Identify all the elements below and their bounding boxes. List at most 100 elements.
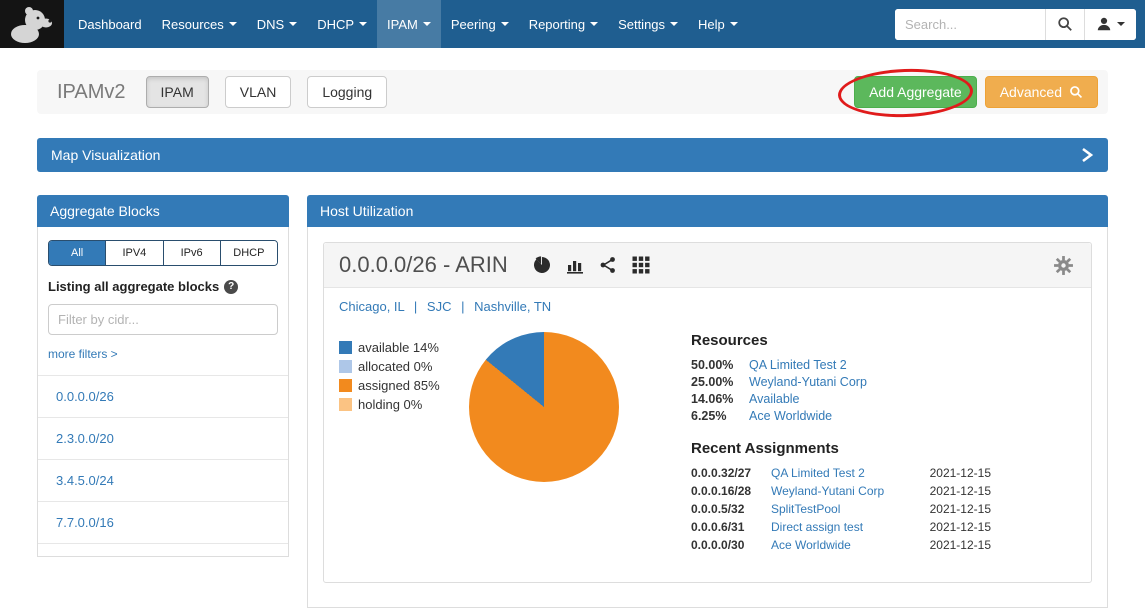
assignment-cidr: 0.0.0.5/32 [691,502,771,516]
help-icon[interactable]: ? [224,280,238,294]
cidr-filter-input[interactable] [48,304,278,335]
resource-percent: 14.06% [691,392,749,406]
resource-percent: 50.00% [691,358,749,372]
app-logo[interactable] [0,0,64,48]
search-input[interactable] [895,9,1045,40]
resource-link[interactable]: Weyland-Yutani Corp [749,375,867,389]
pie-legend: available 14% allocated 0% assigned 85% … [339,340,451,416]
aggregate-blocks-panel: Aggregate Blocks All IPV4 IPv6 DHCP List… [37,195,289,557]
bear-logo-icon [9,4,55,44]
nav-item-help[interactable]: Help [688,0,748,48]
share-icon[interactable] [597,254,619,276]
caret-down-icon [423,22,431,26]
search-icon [1057,16,1073,32]
location-link-2[interactable]: Nashville, TN [474,299,551,314]
advanced-search-button[interactable]: Advanced [985,76,1098,108]
nav-item-reporting[interactable]: Reporting [519,0,608,48]
legend-item: available 14% [339,340,451,355]
search-icon [1069,85,1083,99]
nav-item-dashboard[interactable]: Dashboard [68,0,152,48]
nav-item-label: IPAM [387,17,418,32]
assignment-date: 2021-12-15 [913,538,991,552]
location-link-0[interactable]: Chicago, IL [339,299,404,314]
assignment-cidr: 0.0.0.0/30 [691,538,771,552]
page-content: IPAMv2 IPAM VLAN Logging Add Aggregate A… [0,70,1145,608]
assignment-link[interactable]: QA Limited Test 2 [771,466,913,480]
nav-item-label: DNS [257,17,284,32]
nav-item-label: Help [698,17,725,32]
assignment-link[interactable]: Ace Worldwide [771,538,913,552]
add-aggregate-button[interactable]: Add Aggregate [854,76,977,108]
bar-chart-icon[interactable] [564,254,586,276]
legend-swatch [339,341,352,354]
listing-label: Listing all aggregate blocks ? [48,279,278,294]
resource-row: 14.06%Available [691,392,991,406]
aggregate-block-link-2[interactable]: 3.4.5.0/24 [38,459,288,501]
aggregate-block-link-1[interactable]: 2.3.0.0/20 [38,417,288,459]
host-utilization-body: 0.0.0.0/26 - ARIN [307,227,1108,608]
nav-item-dhcp[interactable]: DHCP [307,0,377,48]
page: Dashboard Resources DNS DHCP IPAM Peerin… [0,0,1145,608]
map-visualization-bar[interactable]: Map Visualization [37,138,1108,172]
assignment-link[interactable]: SplitTestPool [771,502,913,516]
resource-link[interactable]: QA Limited Test 2 [749,358,847,372]
nav-item-settings[interactable]: Settings [608,0,688,48]
assignment-date: 2021-12-15 [913,466,991,480]
tab-ipam[interactable]: IPAM [146,76,209,108]
search-button[interactable] [1045,9,1084,40]
top-navbar: Dashboard Resources DNS DHCP IPAM Peerin… [0,0,1145,48]
ipam-toolbar: IPAMv2 IPAM VLAN Logging Add Aggregate A… [37,70,1108,114]
assignment-date: 2021-12-15 [913,484,991,498]
nav-item-peering[interactable]: Peering [441,0,519,48]
assignment-link[interactable]: Direct assign test [771,520,913,534]
pie-chart-icon[interactable] [531,254,553,276]
recent-assignments-heading: Recent Assignments [691,440,991,457]
nav-item-label: Settings [618,17,665,32]
caret-down-icon [229,22,237,26]
filter-tab-ipv6[interactable]: IPv6 [163,241,220,265]
filter-tab-dhcp[interactable]: DHCP [220,241,277,265]
caret-down-icon [359,22,367,26]
host-utilization-header: Host Utilization [307,195,1108,227]
aggregate-block-link-3[interactable]: 7.7.0.0/16 [38,501,288,543]
tab-logging[interactable]: Logging [307,76,387,108]
aggregate-block-link-0[interactable]: 0.0.0.0/26 [38,375,288,417]
assignment-row: 0.0.0.6/31Direct assign test2021-12-15 [691,520,991,534]
assignment-link[interactable]: Weyland-Yutani Corp [771,484,913,498]
resource-link[interactable]: Available [749,392,800,406]
legend-item: allocated 0% [339,359,451,374]
grid-icon[interactable] [630,254,652,276]
filter-tab-all[interactable]: All [49,241,105,265]
aggregate-block-item-partial [38,543,288,577]
assignment-date: 2021-12-15 [913,502,991,516]
tab-vlan[interactable]: VLAN [225,76,292,108]
nav-item-label: Reporting [529,17,585,32]
caret-down-icon [1117,22,1125,26]
assignment-cidr: 0.0.0.16/28 [691,484,771,498]
nav-item-label: Resources [162,17,224,32]
block-card: 0.0.0.0/26 - ARIN [323,242,1092,583]
nav-item-ipam[interactable]: IPAM [377,0,441,48]
block-card-header: 0.0.0.0/26 - ARIN [324,243,1091,288]
filter-tab-ipv4[interactable]: IPV4 [105,241,162,265]
caret-down-icon [590,22,598,26]
page-title: IPAMv2 [57,81,126,104]
aggregate-block-list: 0.0.0.0/26 2.3.0.0/20 3.4.5.0/24 7.7.0.0… [38,375,288,577]
nav-item-dns[interactable]: DNS [247,0,307,48]
advanced-label: Advanced [1000,84,1062,100]
user-menu-button[interactable] [1084,9,1136,40]
block-title: 0.0.0.0/26 - ARIN [339,252,508,278]
utilization-stats: Resources 50.00%QA Limited Test 2 25.00%… [691,332,991,556]
nav-item-label: Dashboard [78,17,142,32]
resource-link[interactable]: Ace Worldwide [749,409,832,423]
nav-item-resources[interactable]: Resources [152,0,247,48]
legend-item: holding 0% [339,397,451,412]
location-separator: | [461,299,464,314]
main-nav: Dashboard Resources DNS DHCP IPAM Peerin… [68,0,748,48]
gear-icon[interactable] [1051,253,1076,278]
more-filters-link[interactable]: more filters > [48,347,118,361]
caret-down-icon [289,22,297,26]
chevron-right-icon [1080,147,1094,163]
location-link-1[interactable]: SJC [427,299,452,314]
resource-row: 6.25%Ace Worldwide [691,409,991,423]
